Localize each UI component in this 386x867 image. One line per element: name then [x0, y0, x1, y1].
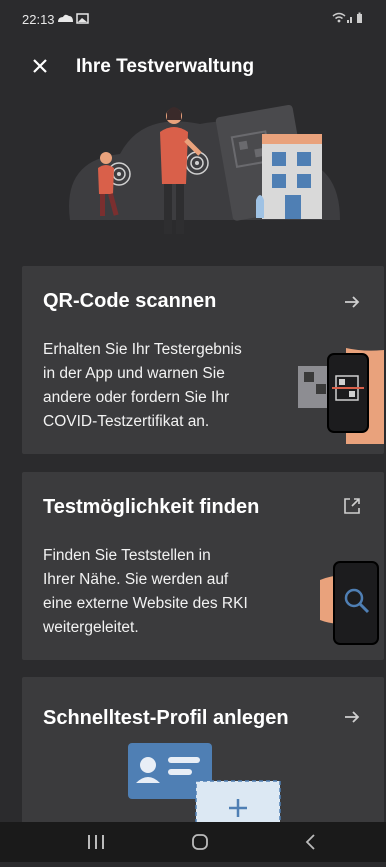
recent-apps-icon[interactable]: [66, 822, 126, 862]
back-icon[interactable]: [280, 822, 340, 862]
status-bar: 22:13: [0, 0, 386, 34]
arrow-right-icon: [342, 707, 362, 727]
search-phone-illustration: [320, 558, 384, 648]
card-title: QR-Code scannen: [43, 290, 217, 312]
notification-icons: [56, 11, 90, 29]
profile-card-illustration: [126, 741, 286, 838]
card-description: Erhalten Sie Ihr Testergebnis in der App…: [43, 341, 242, 430]
arrow-right-icon: [342, 292, 362, 312]
card-description: Finden Sie Teststellen in Ihrer Nähe. Si…: [43, 547, 248, 636]
home-icon[interactable]: [170, 822, 230, 862]
signal-battery-icon: [332, 11, 364, 29]
status-time: 22:13: [22, 12, 55, 27]
page-title: Ihre Testverwaltung: [76, 56, 255, 77]
find-test-card[interactable]: Testmöglichkeit finden Finden Sie Testst…: [22, 472, 384, 660]
qr-scan-card[interactable]: QR-Code scannen Erhalten Sie Ihr Testerg…: [22, 266, 384, 454]
hero-illustration: [0, 90, 386, 260]
card-title: Schnelltest-Profil anlegen: [43, 707, 289, 729]
system-nav-bar: [0, 822, 386, 862]
external-link-icon: [342, 496, 362, 516]
qr-phone-illustration: [294, 348, 384, 444]
close-icon[interactable]: [26, 52, 54, 80]
card-title: Testmöglichkeit finden: [43, 496, 260, 518]
rapid-test-profile-card[interactable]: Schnelltest-Profil anlegen: [22, 677, 384, 838]
